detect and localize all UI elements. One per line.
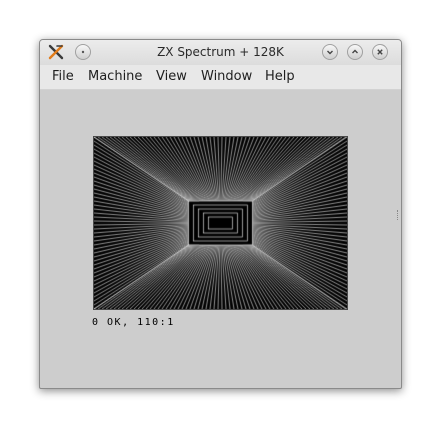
menu-bar: File Machine View Window Help xyxy=(40,65,401,90)
emulator-window: ZX Spectrum + 128K File Machine View Win… xyxy=(39,39,402,389)
minimize-icon xyxy=(327,50,333,55)
maximize-button[interactable] xyxy=(347,44,363,60)
menu-machine[interactable]: Machine xyxy=(88,69,142,84)
spectrum-display[interactable] xyxy=(93,136,348,310)
moire-pattern-display xyxy=(94,137,347,309)
menu-window[interactable]: Window xyxy=(201,69,252,84)
basic-status-line: 0 OK, 110:1 xyxy=(92,317,175,328)
close-icon xyxy=(377,49,383,55)
menu-view[interactable]: View xyxy=(156,69,187,84)
menu-help[interactable]: Help xyxy=(265,69,295,84)
resize-grip[interactable] xyxy=(397,210,400,220)
title-bar[interactable]: ZX Spectrum + 128K xyxy=(40,40,401,65)
menu-file[interactable]: File xyxy=(52,69,74,84)
close-button[interactable] xyxy=(372,44,388,60)
minimize-button[interactable] xyxy=(322,44,338,60)
restore-icon xyxy=(352,49,358,54)
